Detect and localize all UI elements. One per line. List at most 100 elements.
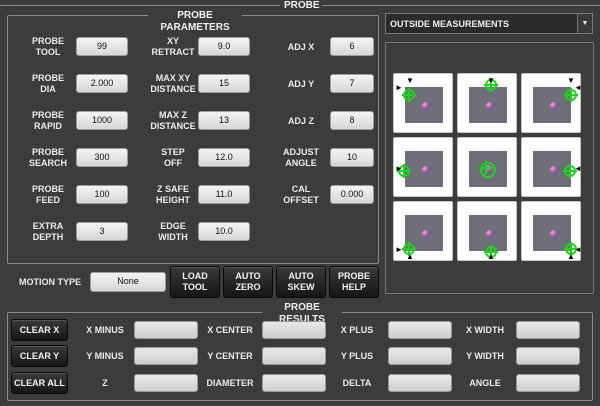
arrow-left-icon: ◄ — [574, 245, 582, 254]
param-input[interactable]: 99 — [76, 37, 128, 56]
param-input[interactable]: 2.000 — [76, 74, 128, 93]
clear-all-button[interactable]: CLEAR ALL — [11, 372, 68, 394]
result-value-field — [262, 321, 326, 339]
arrow-up-icon: ▲ — [487, 252, 495, 261]
result-value-field — [388, 374, 452, 392]
param-input[interactable]: 9.0 — [198, 37, 250, 56]
probe-target-icon — [402, 88, 416, 102]
result-value-field — [262, 347, 326, 365]
probe-position-icon[interactable]: ▼ — [457, 73, 517, 133]
probe-tip-icon — [486, 102, 493, 109]
param-label: PROBE RAPID — [31, 110, 64, 131]
result-value-field — [388, 321, 452, 339]
arrow-up-icon: ▲ — [406, 252, 414, 261]
result-value-field — [134, 321, 198, 339]
probe-position-icon[interactable] — [457, 137, 517, 197]
arrow-left-icon: ◄ — [574, 83, 582, 92]
motion-type-label: MOTION TYPE — [18, 277, 81, 287]
result-label: Y CENTER — [207, 351, 253, 361]
param-input[interactable]: 7 — [330, 74, 374, 93]
result-value-field — [516, 347, 580, 365]
result-label: DIAMETER — [206, 378, 254, 388]
param-label: EXTRA DEPTH — [32, 221, 64, 242]
param-input[interactable]: 6 — [330, 37, 374, 56]
result-label: X WIDTH — [466, 325, 504, 335]
arrow-down-icon: ▼ — [487, 76, 495, 85]
param-input[interactable]: 0.000 — [330, 185, 374, 204]
param-label: MAX XY DISTANCE — [150, 73, 196, 94]
param-label: CAL OFFSET — [283, 184, 319, 205]
arrow-right-icon: ► — [395, 83, 403, 92]
param-label: MAX Z DISTANCE — [150, 110, 196, 131]
result-label: ANGLE — [469, 378, 501, 388]
param-label: STEP OFF — [161, 147, 185, 168]
result-label: Z — [102, 378, 108, 388]
param-input[interactable]: 13 — [198, 111, 250, 130]
motion-type-field[interactable]: None — [90, 272, 166, 292]
probe-tip-icon — [422, 230, 429, 237]
load-tool-button[interactable]: LOAD TOOL — [170, 266, 220, 298]
result-value-field — [516, 321, 580, 339]
param-label: EDGE WIDTH — [158, 221, 188, 242]
param-label: XY RETRACT — [151, 36, 195, 57]
window-title: PROBE — [280, 0, 322, 12]
auto-zero-button[interactable]: AUTO ZERO — [223, 266, 273, 298]
param-label: Z SAFE HEIGHT — [155, 184, 190, 205]
param-label: ADJUST ANGLE — [282, 147, 319, 168]
arrow-up-icon: ▲ — [567, 252, 575, 261]
result-value-field — [134, 374, 198, 392]
param-input[interactable]: 1000 — [76, 111, 128, 130]
param-input[interactable]: 3 — [76, 222, 128, 241]
arrow-right-icon: ► — [395, 245, 403, 254]
param-input[interactable]: 10.0 — [198, 222, 250, 241]
probe-position-icon[interactable]: ▲ ► — [393, 201, 453, 261]
probe-position-icon[interactable]: ▲ — [457, 201, 517, 261]
probe-position-icon[interactable]: ▼ ► — [393, 73, 453, 133]
probe-position-icon[interactable]: ▲ ◄ — [521, 201, 582, 261]
result-label: X CENTER — [207, 325, 253, 335]
param-input[interactable]: 15 — [198, 74, 250, 93]
param-label: ADJ Y — [287, 79, 315, 89]
param-input[interactable]: 11.0 — [198, 185, 250, 204]
result-label: DELTA — [342, 378, 372, 388]
clear-y-button[interactable]: CLEAR Y — [11, 345, 68, 367]
param-input[interactable]: 12.0 — [198, 148, 250, 167]
param-label: ADJ X — [287, 42, 315, 52]
param-label: ADJ Z — [287, 116, 314, 126]
result-label: Y WIDTH — [466, 351, 504, 361]
param-input[interactable]: 10 — [330, 148, 374, 167]
param-input[interactable]: 8 — [330, 111, 374, 130]
result-label: Y MINUS — [86, 351, 124, 361]
probe-position-icon[interactable]: ► — [393, 137, 453, 197]
auto-skew-button[interactable]: AUTO SKEW — [276, 266, 326, 298]
measurement-mode-value: OUTSIDE MEASUREMENTS — [390, 19, 510, 29]
result-value-field — [262, 374, 326, 392]
probe-target-icon — [479, 161, 496, 178]
probe-tip-icon — [550, 230, 557, 237]
result-value-field — [516, 374, 580, 392]
arrow-down-icon: ▼ — [406, 76, 414, 85]
probe-tip-icon — [422, 102, 429, 109]
probe-position-icon[interactable]: ▼ ◄ — [521, 73, 582, 133]
clear-x-button[interactable]: CLEAR X — [11, 319, 68, 341]
probe-tip-icon — [550, 166, 557, 173]
measurement-mode-select[interactable]: OUTSIDE MEASUREMENTS ▼ — [385, 13, 593, 34]
result-label: X PLUS — [340, 325, 374, 335]
arrow-left-icon: ◄ — [574, 164, 582, 173]
probe-help-button[interactable]: PROBE HELP — [329, 266, 379, 298]
param-input[interactable]: 100 — [76, 185, 128, 204]
param-label: PROBE DIA — [31, 73, 64, 94]
param-input[interactable]: 300 — [76, 148, 128, 167]
chevron-down-icon[interactable]: ▼ — [577, 14, 592, 33]
probe-tip-icon — [486, 230, 493, 237]
result-value-field — [134, 347, 198, 365]
probe-position-icon[interactable]: ◄ — [521, 137, 582, 197]
param-label: PROBE FEED — [31, 184, 64, 205]
arrow-right-icon: ► — [395, 164, 403, 173]
result-label: Y PLUS — [340, 351, 374, 361]
result-value-field — [388, 347, 452, 365]
param-label: PROBE SEARCH — [28, 147, 67, 168]
probe-tip-icon — [422, 166, 429, 173]
probe-parameters-title: PROBE PARAMETERS — [148, 10, 242, 34]
result-label: X MINUS — [86, 325, 124, 335]
